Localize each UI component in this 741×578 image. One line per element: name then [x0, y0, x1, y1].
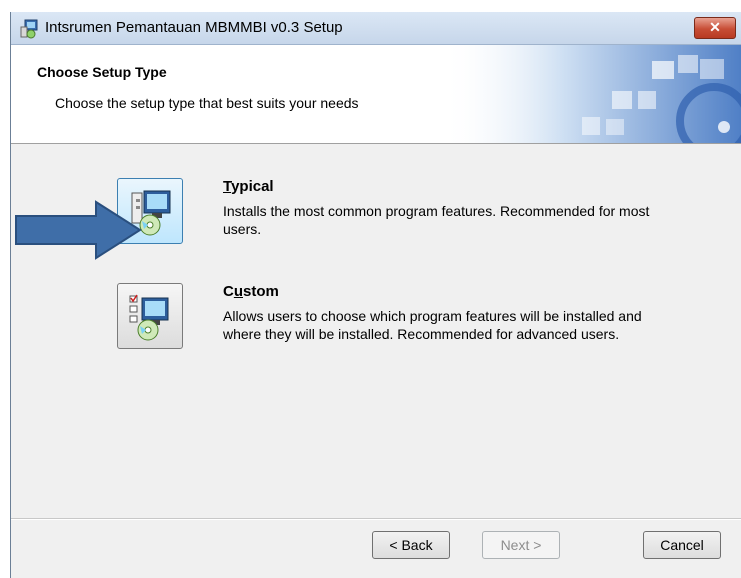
close-button[interactable]: ✕	[694, 17, 736, 39]
dialog-header: Choose Setup Type Choose the setup type …	[11, 45, 741, 144]
installer-icon	[20, 19, 38, 39]
custom-setup-icon	[129, 294, 169, 341]
setup-dialog: Intsrumen Pemantauan MBMMBI v0.3 Setup ✕…	[10, 12, 741, 578]
setup-type-options: Typical Installs the most common program…	[11, 144, 741, 449]
header-banner-graphic	[442, 45, 741, 143]
cancel-button[interactable]: Cancel	[643, 531, 721, 559]
typical-description: Installs the most common program feature…	[223, 203, 650, 237]
page-subtitle: Choose the setup type that best suits yo…	[55, 95, 359, 111]
custom-label: Custom	[223, 283, 279, 300]
window-title: Intsrumen Pemantauan MBMMBI v0.3 Setup	[45, 19, 343, 36]
annotation-arrow-icon	[15, 200, 142, 260]
footer-divider-highlight	[11, 519, 741, 520]
title-bar[interactable]: Intsrumen Pemantauan MBMMBI v0.3 Setup ✕	[11, 12, 741, 45]
page-title: Choose Setup Type	[37, 64, 167, 80]
next-button[interactable]: Next >	[482, 531, 560, 559]
typical-label: Typical	[223, 178, 274, 195]
custom-button[interactable]	[117, 283, 183, 349]
close-icon: ✕	[709, 19, 721, 35]
custom-description: Allows users to choose which program fea…	[223, 308, 642, 342]
back-button[interactable]: < Back	[372, 531, 450, 559]
